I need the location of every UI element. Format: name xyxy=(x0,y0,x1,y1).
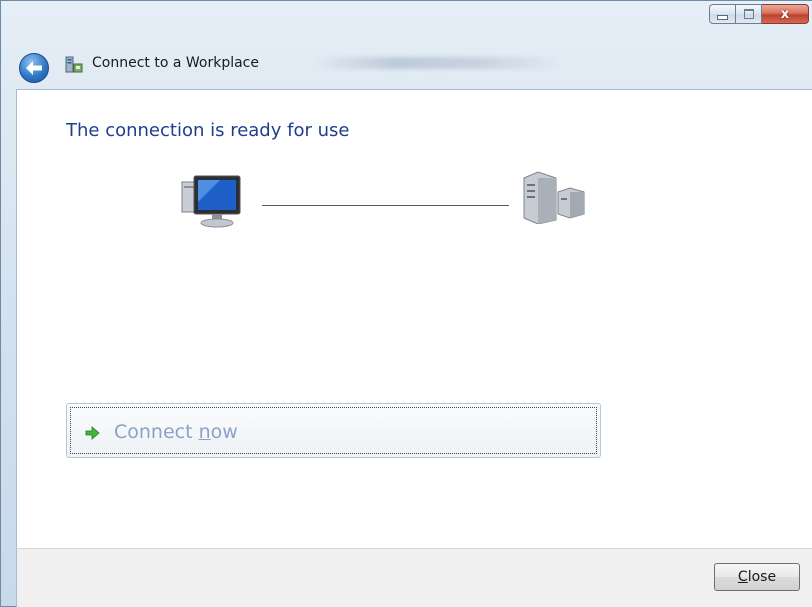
server-icon xyxy=(523,171,585,224)
connect-now-link[interactable]: Connect now xyxy=(66,403,601,458)
blurred-status-text xyxy=(313,57,563,69)
connect-now-label: Connect now xyxy=(114,421,238,443)
green-arrow-icon xyxy=(85,426,100,440)
page-heading: The connection is ready for use xyxy=(66,120,350,141)
wizard-window: x Connect to a Workplace The connection … xyxy=(0,0,812,607)
maximize-button[interactable] xyxy=(736,4,762,24)
wizard-footer: Close xyxy=(16,548,812,607)
back-button[interactable] xyxy=(19,53,49,83)
minimize-icon xyxy=(717,14,728,20)
network-workplace-icon xyxy=(65,56,83,73)
wizard-header: Connect to a Workplace xyxy=(1,41,812,89)
maximize-icon xyxy=(743,9,754,19)
close-icon: x xyxy=(780,6,790,22)
caption-buttons: x xyxy=(709,4,809,24)
wizard-title: Connect to a Workplace xyxy=(92,55,259,71)
connection-line xyxy=(262,205,509,206)
wizard-content: The connection is ready for use Connect … xyxy=(16,89,812,548)
focus-rectangle: Connect now xyxy=(70,407,597,454)
close-window-button[interactable]: x xyxy=(762,4,809,24)
back-arrow-icon xyxy=(26,61,42,75)
title-bar[interactable]: x xyxy=(1,1,812,41)
computer-icon xyxy=(181,175,241,228)
close-button[interactable]: Close xyxy=(714,563,800,591)
minimize-button[interactable] xyxy=(709,4,736,24)
